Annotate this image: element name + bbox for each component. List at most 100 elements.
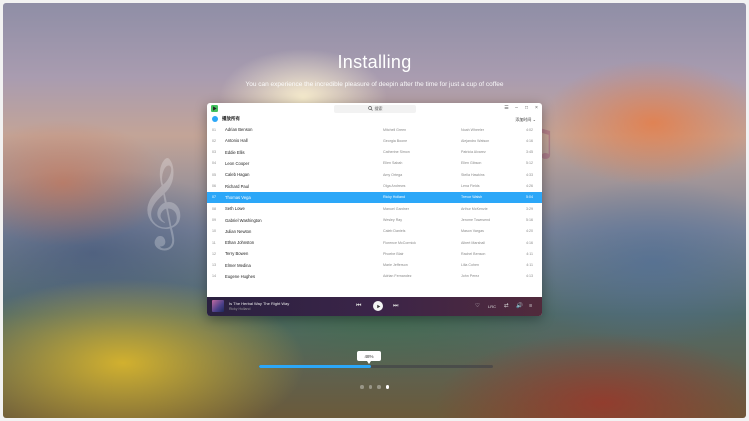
now-playing-artist: Ricky Holland	[229, 307, 251, 311]
track-list: 01 Adrian Benson Mitchell Green Noah Wheele…	[207, 124, 542, 282]
track-duration: 3:45	[526, 150, 533, 155]
track-title: Adrian Benson	[225, 127, 253, 133]
track-index: 03	[212, 150, 216, 155]
track-row[interactable]: 11 Ethan Johnston Florence McCormick Albert…	[207, 237, 542, 248]
play-icon	[376, 304, 380, 308]
track-album: Patricia Alvarez	[461, 150, 486, 155]
track-index: 05	[212, 172, 216, 177]
track-album: Stella Hawkins	[461, 172, 485, 177]
track-artist: Ricky Holland	[383, 195, 405, 200]
track-index: 07	[212, 195, 216, 200]
carousel-dot[interactable]	[360, 385, 364, 389]
track-duration: 4:33	[526, 172, 533, 177]
track-title: Gabriel Washington	[225, 217, 262, 223]
now-playing-title: Is The Herbal Way The Right Way	[229, 301, 290, 306]
music-app-logo-icon	[211, 105, 218, 112]
track-album: Trevor Walsh	[461, 195, 483, 200]
carousel-dot[interactable]	[377, 385, 381, 389]
track-index: 13	[212, 263, 216, 268]
track-album: Lena Fields	[461, 184, 480, 189]
sort-dropdown[interactable]: 添加时间 ⌄	[515, 117, 536, 123]
track-row[interactable]: 06 Richard Paul Olga Andrews Lena Fields 4:2…	[207, 180, 542, 191]
track-title: Julian Newton	[225, 228, 252, 234]
track-title: Eugene Hughes	[225, 274, 256, 280]
track-duration: 4:13	[526, 274, 533, 279]
track-row[interactable]: 01 Adrian Benson Mitchell Green Noah Wheele…	[207, 124, 542, 135]
track-duration: 4:20	[526, 229, 533, 234]
track-artist: Manuel Gardner	[383, 206, 409, 211]
previous-icon[interactable]: ⏮	[356, 301, 361, 312]
track-album: Noah Wheeler	[461, 127, 484, 132]
playlist-icon[interactable]: ≡	[529, 300, 532, 312]
track-duration: 5:04	[526, 195, 533, 200]
track-index: 01	[212, 127, 216, 132]
track-row[interactable]: 02 Antonio Hall Georgia Boone Alejandro Wat…	[207, 135, 542, 146]
player-bar: Is The Herbal Way The Right Way Ricky Ho…	[207, 297, 542, 316]
track-title: Antonio Hall	[225, 138, 248, 144]
track-row[interactable]: 12 Terry Bowen Phoebe Blair Rachel Benson 4:…	[207, 248, 542, 259]
chevron-down-icon: ⌄	[532, 116, 536, 122]
track-row[interactable]: 05 Caleb Hagan Amy Ortega Stella Hawkins 4:3…	[207, 169, 542, 180]
track-title: Seth Lowe	[225, 206, 245, 212]
track-title: Eddie Ellis	[225, 149, 245, 155]
track-album: Ellen Gibson	[461, 161, 482, 166]
track-duration: 4:11	[526, 251, 533, 256]
track-title: Elmer Medina	[225, 262, 251, 268]
album-cover[interactable]	[212, 300, 224, 312]
close-icon[interactable]: ×	[534, 104, 539, 113]
track-duration: 4:16	[526, 240, 533, 245]
track-duration: 4:11	[526, 263, 533, 268]
track-row[interactable]: 09 Gabriel Washington Wesley Ray Jerome Tow…	[207, 214, 542, 225]
track-row[interactable]: 03 Eddie Ellis Catherine Simon Patricia Alv…	[207, 147, 542, 158]
track-artist: Mitchell Green	[383, 127, 407, 132]
play-button[interactable]	[373, 301, 383, 311]
track-index: 10	[212, 229, 216, 234]
track-artist: Amy Ortega	[383, 172, 403, 177]
search-icon	[367, 106, 373, 111]
track-artist: Ellen Sabah	[383, 161, 403, 166]
track-duration: 5:12	[526, 161, 533, 166]
track-title: Terry Bowen	[225, 251, 249, 257]
track-title: Leon Cooper	[225, 161, 250, 167]
search-box[interactable]: 搜索	[334, 104, 416, 113]
track-index: 04	[212, 161, 216, 166]
track-album: Rachel Benson	[461, 251, 486, 256]
play-all-label[interactable]: 播放所有	[222, 116, 240, 122]
minimize-icon[interactable]: –	[514, 104, 519, 113]
track-duration: 4:02	[526, 127, 533, 132]
track-artist: Florence McCormick	[383, 240, 416, 245]
track-duration: 4:26	[526, 184, 533, 189]
volume-icon[interactable]: 🔊	[516, 300, 523, 312]
install-progress-fill	[259, 365, 372, 368]
track-row[interactable]: 13 Elmer Medina Marie Jefferson Lilia Cohen…	[207, 260, 542, 271]
track-row[interactable]: 04 Leon Cooper Ellen Sabah Ellen Gibson 5:12	[207, 158, 542, 169]
installer-title: Installing	[337, 52, 412, 72]
track-duration: 4:16	[526, 138, 533, 143]
track-title: Thomas Vega	[225, 194, 251, 200]
track-index: 14	[212, 274, 216, 279]
shuffle-icon[interactable]: ⇄	[504, 300, 509, 312]
track-row[interactable]: 10 Julian Newton Caleb Daniels Mason Vargas…	[207, 226, 542, 237]
menu-icon[interactable]: ☰	[504, 104, 509, 113]
track-album: Lilia Cohen	[461, 263, 479, 268]
track-album: Mason Vargas	[461, 229, 484, 234]
track-index: 02	[212, 138, 216, 143]
maximize-icon[interactable]: □	[524, 104, 529, 113]
track-index: 08	[212, 206, 216, 211]
track-title: Caleb Hagan	[225, 172, 250, 178]
track-row[interactable]: 14 Eugene Hughes Adrian Fernandez John Pere…	[207, 271, 542, 282]
play-all-icon[interactable]	[212, 116, 218, 122]
track-row[interactable]: 07 Thomas Vega Ricky Holland Trevor Walsh 5:…	[207, 191, 542, 204]
lyrics-button[interactable]: LRC	[488, 304, 496, 309]
sort-label: 添加时间	[515, 116, 532, 122]
favorite-icon[interactable]: ♡	[475, 300, 480, 312]
playlist-header: 播放所有 添加时间 ⌄	[207, 114, 542, 124]
track-album: Alejandro Watson	[461, 138, 490, 143]
treble-clef-decoration: 𝄞	[138, 157, 185, 247]
track-artist: Georgia Boone	[383, 138, 408, 143]
next-icon[interactable]: ⏭	[393, 301, 398, 312]
carousel-dot[interactable]	[368, 385, 372, 389]
track-row[interactable]: 08 Seth Lowe Manuel Gardner Arthur McKenzie…	[207, 203, 542, 214]
track-title: Richard Paul	[225, 183, 249, 189]
carousel-dot[interactable]	[385, 385, 389, 389]
